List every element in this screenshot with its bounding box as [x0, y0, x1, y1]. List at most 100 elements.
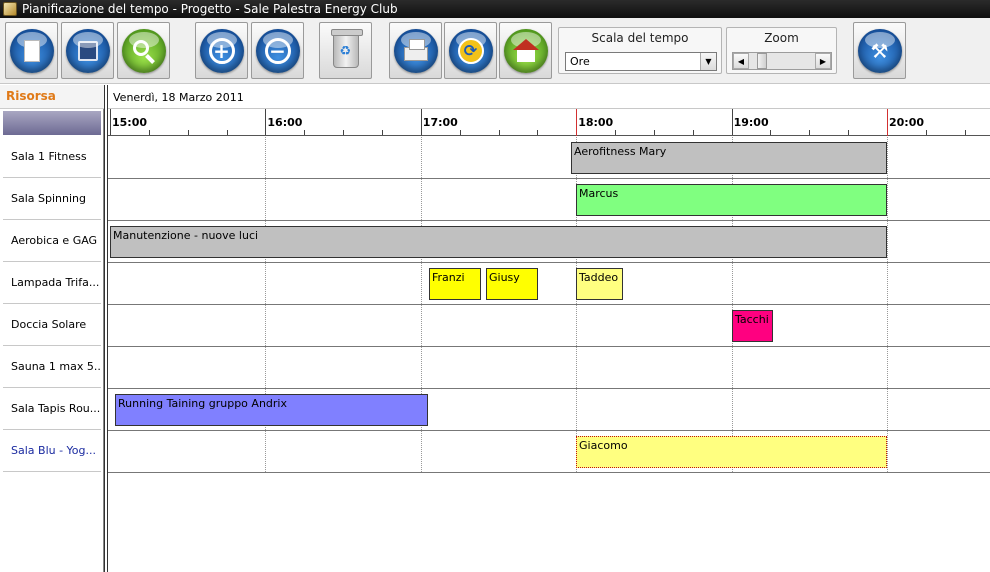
resource-row[interactable]: Lampada Trifa...	[3, 262, 101, 304]
delete-button[interactable]: ♻	[319, 22, 372, 79]
time-scale-label: Scala del tempo	[591, 31, 689, 45]
home-button[interactable]	[499, 22, 552, 79]
time-tick	[693, 130, 694, 135]
zoom-out-button[interactable]: −	[251, 22, 304, 79]
event-label: Running Taining gruppo Andrix	[118, 397, 287, 410]
schedule-row[interactable]	[108, 263, 990, 305]
time-scale-value: Ore	[570, 55, 590, 68]
zoom-out-minus-icon: −	[255, 28, 300, 73]
zoom-in-button[interactable]: +	[195, 22, 248, 79]
resource-row[interactable]: Sala Spinning	[3, 178, 101, 220]
resource-label: Doccia Solare	[11, 318, 87, 331]
time-scale-ruler: 15:00 16:00 17:00 18:00 19:00 20:00	[108, 109, 990, 136]
time-tick	[304, 130, 305, 135]
hour-label: 15:00	[112, 116, 148, 129]
resource-row[interactable]: Sala 1 Fitness	[3, 136, 101, 178]
app-icon	[3, 2, 17, 16]
search-button[interactable]	[117, 22, 170, 79]
event-block[interactable]: Marcus	[576, 184, 887, 216]
resource-row[interactable]: Sala Tapis Rou...	[3, 388, 101, 430]
time-marker-line	[576, 109, 577, 136]
zoom-slider[interactable]: ◀ ▶	[732, 52, 832, 70]
scroll-left-icon[interactable]: ◀	[733, 53, 749, 69]
hour-label: 18:00	[578, 116, 614, 129]
resource-row[interactable]: Sauna 1 max 5...	[3, 346, 101, 388]
resource-label: Sala Blu - Yog...	[11, 444, 97, 457]
search-magnifier-icon	[121, 28, 166, 73]
time-scale-select[interactable]: Ore ▼	[565, 52, 717, 71]
event-block[interactable]: Manutenzione - nuove luci	[110, 226, 887, 258]
schedule-grid: Venerdì, 18 Marzo 2011 15:00 16:00 17:00 18…	[108, 85, 990, 572]
refresh-arrow-icon: ⟳	[448, 28, 493, 73]
resource-row[interactable]: Doccia Solare	[3, 304, 101, 346]
home-icon	[503, 28, 548, 73]
event-block[interactable]: Running Taining gruppo Andrix	[115, 394, 428, 426]
time-tick	[615, 130, 616, 135]
time-tick	[227, 130, 228, 135]
event-label: Taddeo	[579, 271, 619, 284]
tools-settings-icon: ⚒	[857, 28, 902, 73]
event-label: Tacchi	[735, 313, 769, 326]
event-block[interactable]: Tacchi	[732, 310, 773, 342]
time-tick	[110, 109, 111, 135]
chevron-down-icon[interactable]: ▼	[700, 53, 716, 70]
hour-label: 20:00	[889, 116, 925, 129]
event-label: Aerofitness Mary	[574, 145, 667, 158]
time-tick	[149, 130, 150, 135]
event-block[interactable]: Franzi	[429, 268, 481, 300]
event-label: Franzi	[432, 271, 465, 284]
time-tick	[421, 109, 422, 135]
time-tick	[537, 130, 538, 135]
printer-icon	[393, 28, 438, 73]
time-marker-line	[887, 109, 888, 136]
resource-label: Sala 1 Fitness	[11, 150, 87, 163]
resource-panel: Risorsa Sala 1 Fitness Sala Spinning Aer…	[0, 85, 104, 572]
event-block[interactable]: Giusy	[486, 268, 538, 300]
time-scale-group: Scala del tempo Ore ▼	[558, 27, 722, 74]
resource-label: Sala Tapis Rou...	[11, 402, 101, 415]
toolbar: + − ♻ ⟳ Scala del tempo Ore ▼ Zoom ◀ ▶ ⚒	[0, 18, 990, 84]
resource-header: Risorsa	[0, 85, 104, 109]
settings-button[interactable]: ⚒	[853, 22, 906, 79]
resource-label: Sala Spinning	[11, 192, 86, 205]
zoom-thumb[interactable]	[757, 53, 767, 69]
event-label: Manutenzione - nuove luci	[113, 229, 259, 242]
save-button[interactable]	[61, 22, 114, 79]
time-tick	[499, 130, 500, 135]
schedule-row[interactable]	[108, 347, 990, 389]
zoom-in-plus-icon: +	[199, 28, 244, 73]
zoom-label: Zoom	[764, 31, 799, 45]
time-tick	[343, 130, 344, 135]
title-bar: Pianificazione del tempo - Progetto - Sa…	[0, 0, 990, 18]
event-label: Marcus	[579, 187, 619, 200]
zoom-track[interactable]	[749, 53, 815, 69]
resource-label: Sauna 1 max 5...	[11, 360, 101, 373]
event-label: Giacomo	[579, 439, 628, 452]
event-block[interactable]: Aerofitness Mary	[571, 142, 887, 174]
event-block[interactable]: Taddeo	[576, 268, 623, 300]
time-tick	[382, 130, 383, 135]
new-document-icon	[9, 28, 54, 73]
schedule-row[interactable]	[108, 305, 990, 347]
time-tick	[770, 130, 771, 135]
resource-label: Lampada Trifa...	[11, 276, 100, 289]
time-tick	[848, 130, 849, 135]
time-tick	[926, 130, 927, 135]
save-disk-icon	[65, 28, 110, 73]
resource-row[interactable]: Aerobica e GAG	[3, 220, 101, 262]
time-tick	[188, 130, 189, 135]
hour-label: 16:00	[267, 116, 303, 129]
hour-label: 19:00	[733, 116, 769, 129]
resource-header-gradient	[3, 111, 101, 135]
resource-row-selected[interactable]: Sala Blu - Yog...	[3, 430, 101, 472]
new-button[interactable]	[5, 22, 58, 79]
print-button[interactable]	[389, 22, 442, 79]
refresh-button[interactable]: ⟳	[444, 22, 497, 79]
event-block[interactable]: Giacomo	[576, 436, 887, 468]
event-label: Giusy	[489, 271, 520, 284]
time-tick	[732, 109, 733, 135]
scroll-right-icon[interactable]: ▶	[815, 53, 831, 69]
zoom-group: Zoom ◀ ▶	[726, 27, 837, 74]
resource-header-label: Risorsa	[6, 89, 56, 103]
time-tick	[460, 130, 461, 135]
